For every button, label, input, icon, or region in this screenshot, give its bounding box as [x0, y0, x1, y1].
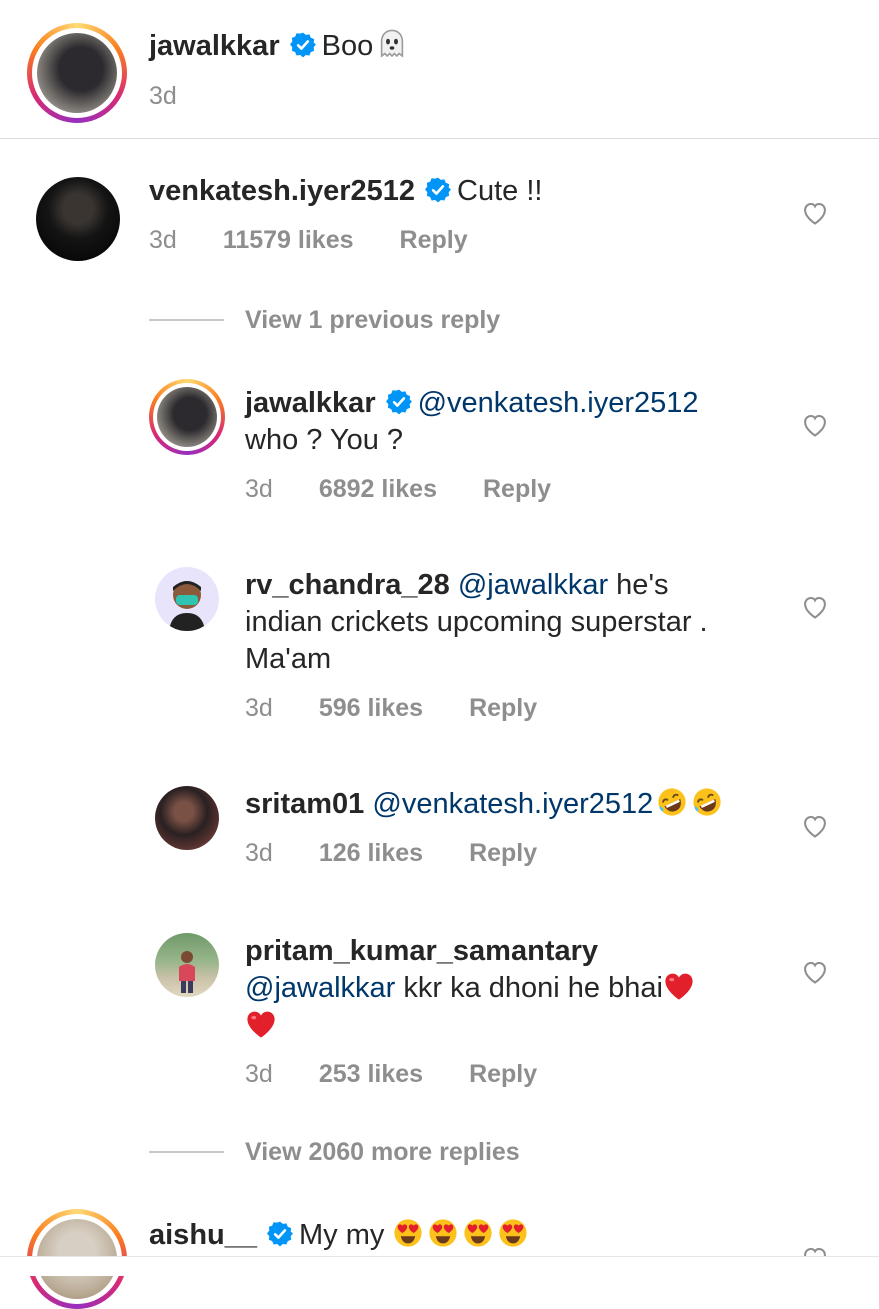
reply-button[interactable]: Reply: [400, 226, 468, 254]
avatar[interactable]: [155, 567, 219, 631]
avatar[interactable]: [36, 177, 120, 261]
reply-meta: 3d 6892 likes Reply: [245, 475, 551, 504]
reply-time: 3d: [245, 694, 273, 722]
heart-eyes-emoji-icon: [462, 1217, 494, 1249]
reply-line: rv_chandra_28 @jawalkkar he's: [245, 567, 668, 604]
heart-eyes-emoji-icon: [497, 1217, 529, 1249]
ghost-emoji-icon: [376, 28, 408, 60]
like-heart-icon[interactable]: [800, 812, 830, 840]
reply-button[interactable]: Reply: [469, 694, 537, 722]
avatar-person-icon: [179, 951, 195, 993]
reply-text: kkr ka dhoni he bhai: [395, 972, 663, 1004]
mention-link[interactable]: @jawalkkar: [245, 972, 395, 1004]
reply-line: [245, 1008, 277, 1040]
reply-meta: 3d 126 likes Reply: [245, 839, 537, 868]
red-heart-emoji-icon: [245, 1008, 277, 1040]
thread-line: [149, 319, 224, 321]
reply-text: Ma'am: [245, 643, 332, 675]
reply-text: he's: [608, 569, 669, 601]
reply-likes[interactable]: 253 likes: [319, 1060, 423, 1088]
like-heart-icon[interactable]: [800, 593, 830, 621]
mention-link[interactable]: @venkatesh.iyer2512: [372, 788, 653, 820]
comment-likes[interactable]: 11579 likes: [223, 226, 354, 254]
avatar-memoji-icon: [169, 581, 205, 631]
like-heart-icon[interactable]: [800, 411, 830, 439]
verified-icon: [386, 389, 412, 415]
reply-username[interactable]: sritam01: [245, 788, 364, 820]
reply-username[interactable]: rv_chandra_28: [245, 569, 450, 601]
avatar: [37, 33, 117, 113]
comment-line: venkatesh.iyer2512 Cute !!: [149, 173, 542, 210]
reply-likes[interactable]: 596 likes: [319, 694, 423, 722]
reply-username[interactable]: pritam_kumar_samantary: [245, 933, 598, 970]
reply-meta: 3d 253 likes Reply: [245, 1060, 537, 1089]
reply-text: indian crickets upcoming superstar .: [245, 606, 708, 638]
red-heart-emoji-icon: [663, 970, 695, 1002]
comment-line: aishu__ My my: [149, 1217, 529, 1254]
thread-line: [149, 1151, 224, 1153]
heart-eyes-emoji-icon: [392, 1217, 424, 1249]
comment-username[interactable]: venkatesh.iyer2512: [149, 175, 415, 207]
reply-username[interactable]: jawalkkar: [245, 387, 376, 419]
reply-line: @jawalkkar kkr ka dhoni he bhai: [245, 970, 695, 1007]
mention-link[interactable]: @venkatesh.iyer2512: [418, 387, 699, 419]
heart-eyes-emoji-icon: [427, 1217, 459, 1249]
avatar[interactable]: [155, 933, 219, 997]
divider: [0, 138, 879, 139]
avatar-story-ring[interactable]: [149, 379, 225, 455]
comment-time: 3d: [149, 226, 177, 254]
reply-time: 3d: [245, 1060, 273, 1088]
avatar[interactable]: [155, 786, 219, 850]
reply-line: sritam01 @venkatesh.iyer2512: [245, 786, 723, 823]
like-heart-icon[interactable]: [800, 958, 830, 986]
reply-button[interactable]: Reply: [469, 1060, 537, 1088]
mention-link[interactable]: @jawalkkar: [458, 569, 608, 601]
reply-likes[interactable]: 6892 likes: [319, 475, 437, 503]
caption-text: Boo: [321, 30, 374, 62]
rofl-emoji-icon: [656, 786, 688, 818]
caption-time: 3d: [149, 82, 177, 110]
rofl-emoji-icon: [691, 786, 723, 818]
caption-line: jawalkkar Boo: [149, 28, 408, 65]
reply-text: who ? You ?: [245, 424, 404, 456]
bottom-bar: [0, 1257, 879, 1276]
comment-text: My my: [299, 1219, 385, 1251]
comment-username[interactable]: aishu__: [149, 1219, 257, 1251]
reply-time: 3d: [245, 475, 273, 503]
avatar: [157, 387, 217, 447]
verified-icon: [267, 1221, 293, 1247]
avatar-story-ring[interactable]: [27, 23, 127, 123]
comment-text: Cute !!: [457, 175, 543, 207]
reply-button[interactable]: Reply: [469, 839, 537, 867]
reply-line: jawalkkar @venkatesh.iyer2512: [245, 385, 699, 422]
view-more-replies-button[interactable]: View 2060 more replies: [245, 1138, 520, 1167]
comment-meta: 3d 11579 likes Reply: [149, 226, 468, 255]
view-previous-reply-button[interactable]: View 1 previous reply: [245, 306, 500, 335]
reply-meta: 3d 596 likes Reply: [245, 694, 537, 723]
reply-time: 3d: [245, 839, 273, 867]
verified-icon: [290, 32, 316, 58]
reply-button[interactable]: Reply: [483, 475, 551, 503]
caption-username[interactable]: jawalkkar: [149, 30, 280, 62]
like-heart-icon[interactable]: [800, 199, 830, 227]
verified-icon: [425, 177, 451, 203]
reply-likes[interactable]: 126 likes: [319, 839, 423, 867]
